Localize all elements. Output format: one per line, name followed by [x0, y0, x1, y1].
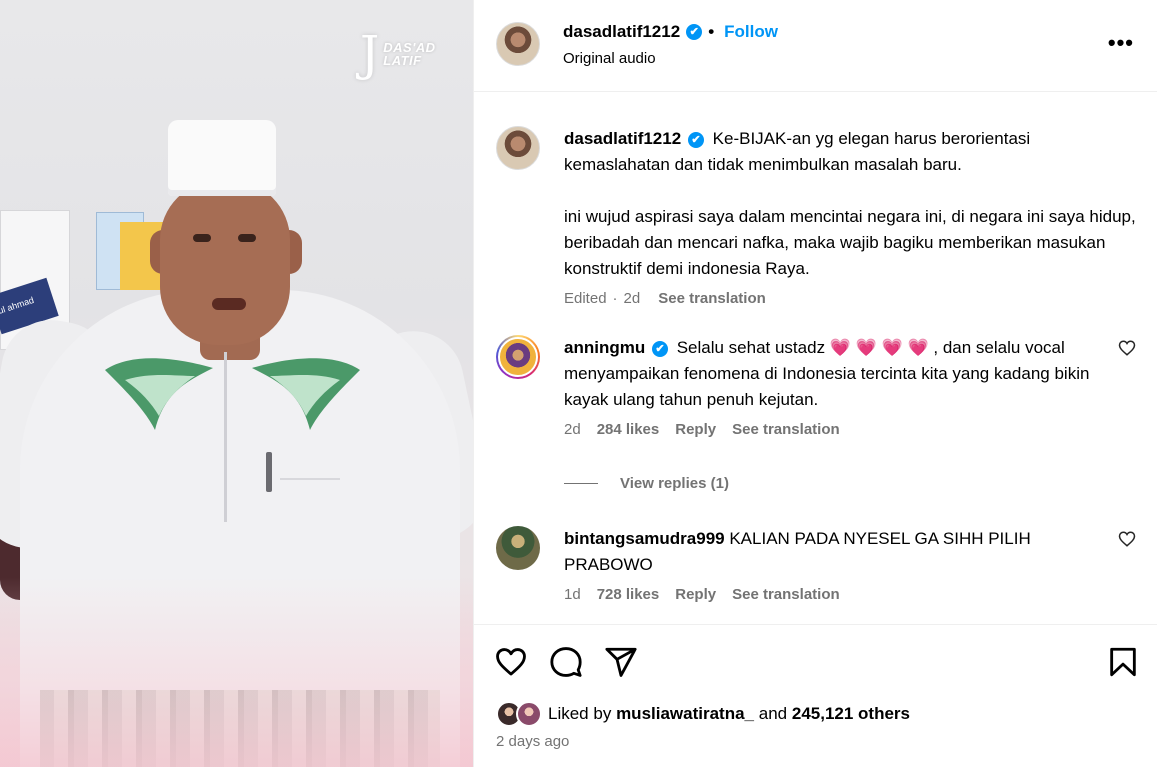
comment-text: Selalu sehat ustadz [676, 338, 826, 357]
post-actions: Liked by musliawatiratna_ and 245,121 ot… [474, 624, 1157, 767]
see-translation-button[interactable]: See translation [658, 286, 766, 312]
robe-pocket [280, 460, 340, 480]
verified-badge-icon: ✔ [686, 24, 703, 40]
author-username[interactable]: dasadlatif1212 [563, 22, 680, 42]
view-replies-button[interactable]: View replies (1) [564, 475, 729, 492]
comment: anningmu ✔ Selalu sehat ustadz 💗 💗 💗 💗 ,… [496, 335, 1136, 443]
verified-badge-icon: ✔ [651, 341, 668, 357]
view-replies-label: View replies (1) [620, 475, 729, 492]
post-header: dasadlatif1212 ✔ • Follow Original audio… [474, 0, 1157, 92]
see-translation-button[interactable]: See translation [732, 582, 840, 608]
likes-summary: Liked by musliawatiratna_ and 245,121 ot… [496, 701, 910, 727]
verified-badge-icon: ✔ [687, 132, 704, 148]
person-eye [193, 234, 211, 242]
commenter-avatar[interactable] [496, 335, 540, 379]
meta-dot: · [612, 290, 618, 307]
bookmark-icon[interactable] [1106, 645, 1140, 679]
person-cap [168, 120, 276, 196]
view-replies-line [564, 483, 598, 484]
person-face [160, 180, 290, 345]
embroidery-right [252, 358, 360, 430]
comment-like-heart-icon[interactable] [1118, 530, 1136, 548]
comment-likes[interactable]: 284 likes [597, 417, 660, 443]
caption-body: dasadlatif1212 ✔ Ke-BIJAK-an yg elegan h… [564, 126, 1136, 312]
person-eye [238, 234, 256, 242]
robe-placket [224, 352, 227, 522]
caption-avatar[interactable] [496, 126, 540, 170]
person-mouth [212, 298, 246, 310]
pen [266, 452, 272, 492]
caption: dasadlatif1212 ✔ Ke-BIJAK-an yg elegan h… [496, 126, 1136, 312]
comment: bintangsamudra999 KALIAN PADA NYESEL GA … [496, 526, 1136, 608]
see-translation-button[interactable]: See translation [732, 417, 840, 443]
comment-icon[interactable] [549, 645, 583, 679]
comment-likes[interactable]: 728 likes [597, 582, 660, 608]
liker-avatar[interactable] [516, 701, 542, 727]
audio-link[interactable]: Original audio [563, 50, 656, 67]
heart-emojis: 💗 💗 💗 💗 [829, 338, 929, 357]
liked-by-user[interactable]: musliawatiratna_ [616, 704, 754, 724]
separator-dot: • [708, 22, 715, 41]
comment-meta: 2d 284 likes Reply See translation [564, 417, 1096, 443]
comment-like-heart-icon[interactable] [1118, 339, 1136, 357]
caption-username[interactable]: dasadlatif1212 [564, 129, 681, 148]
comment-time[interactable]: 1d [564, 582, 581, 608]
likes-count[interactable]: 245,121 others [792, 704, 910, 724]
comments-list[interactable]: dasadlatif1212 ✔ Ke-BIJAK-an yg elegan h… [474, 92, 1157, 624]
caption-meta: Edited · 2d See translation [564, 286, 1136, 312]
caption-paragraph-2: ini wujud aspirasi saya dalam mencintai … [564, 207, 1136, 278]
reply-button[interactable]: Reply [675, 417, 716, 443]
channel-watermark-logo: J DAS'AD LATIF [360, 30, 436, 78]
liker-avatars [496, 701, 546, 727]
caption-time[interactable]: 2d [624, 286, 641, 312]
comment-username[interactable]: bintangsamudra999 [564, 529, 725, 548]
watermark-text: DAS'AD LATIF [383, 41, 435, 67]
comment-meta: 1d 728 likes Reply See translation [564, 582, 1096, 608]
post-viewer: ul ahmad J DAS'AD LATIF dasadlatif1212 ✔… [0, 0, 1157, 767]
comment-body: bintangsamudra999 KALIAN PADA NYESEL GA … [564, 526, 1096, 608]
share-icon[interactable] [604, 645, 638, 679]
watermark-line2: LATIF [383, 53, 422, 68]
liked-by-middle: and [758, 704, 788, 723]
follow-button[interactable]: Follow [724, 22, 778, 42]
video-player[interactable]: ul ahmad J DAS'AD LATIF [0, 0, 473, 767]
watermark-mark: J [360, 26, 380, 82]
post-sidebar: dasadlatif1212 ✔ • Follow Original audio… [473, 0, 1157, 767]
comment-time[interactable]: 2d [564, 417, 581, 443]
edited-label: Edited [564, 290, 607, 307]
author-line: dasadlatif1212 ✔ • Follow [563, 22, 778, 42]
nameplate-text: ul ahmad [0, 294, 36, 316]
commenter-avatar[interactable] [496, 526, 540, 570]
video-gradient-overlay [0, 577, 473, 767]
reply-button[interactable]: Reply [675, 582, 716, 608]
embroidery-left [105, 358, 213, 430]
heart-icon[interactable] [494, 645, 528, 679]
comment-body: anningmu ✔ Selalu sehat ustadz 💗 💗 💗 💗 ,… [564, 335, 1096, 443]
author-avatar[interactable] [496, 22, 540, 66]
liked-by-prefix: Liked by [548, 704, 612, 723]
comment-username[interactable]: anningmu [564, 338, 645, 357]
more-options-icon[interactable]: ••• [1108, 30, 1134, 56]
post-date[interactable]: 2 days ago [496, 733, 569, 750]
